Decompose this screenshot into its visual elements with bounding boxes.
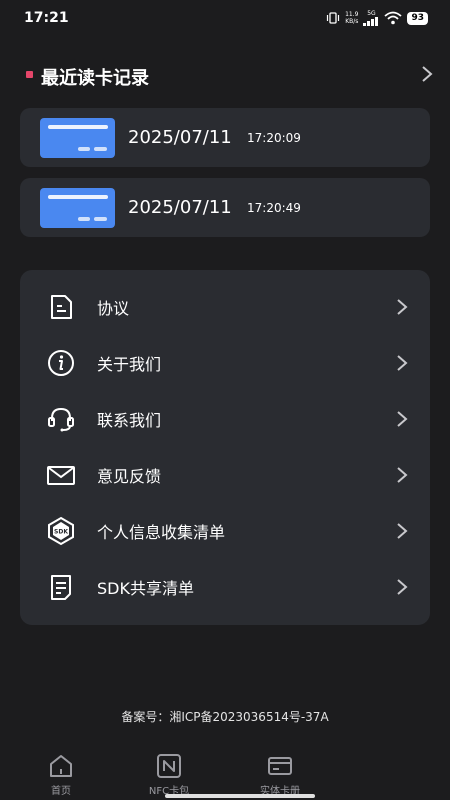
net-speed-unit: KB/s [345, 18, 359, 25]
menu-item-about[interactable]: 关于我们 [20, 336, 430, 388]
menu-item-feedback[interactable]: 意见反馈 [20, 448, 430, 500]
record-date: 2025/07/11 [128, 127, 232, 148]
sdk-icon: SDK [48, 516, 74, 546]
record-item[interactable]: 2025/07/11 17:20:49 [20, 178, 430, 237]
headset-icon [48, 407, 74, 432]
mail-icon [47, 466, 75, 485]
menu-item-sdk-list[interactable]: SDK共享清单 [20, 560, 430, 612]
signal-group: 5G [363, 10, 379, 26]
status-bar: 17:21 11.9 KB/s 5G 93 [0, 0, 450, 36]
menu-label: 关于我们 [97, 355, 162, 374]
menu-label: 联系我们 [97, 411, 162, 430]
vibrate-icon [327, 12, 340, 24]
tab-home[interactable]: 首页 [21, 751, 101, 797]
menu-label: 协议 [97, 299, 130, 318]
chevron-right-icon [397, 355, 408, 371]
document-icon [51, 295, 72, 319]
chevron-right-icon[interactable] [420, 64, 434, 84]
accent-dot [26, 71, 33, 78]
net-speed-value: 11.9 [345, 11, 359, 18]
menu-label: 意见反馈 [97, 467, 162, 486]
battery-indicator: 93 [407, 11, 428, 25]
chevron-right-icon [397, 523, 408, 539]
screen: 17:21 11.9 KB/s 5G 93 最近读卡记录 2025/07/11 … [0, 0, 450, 800]
chevron-right-icon [397, 299, 408, 315]
record-time: 17:20:09 [247, 131, 301, 145]
card-thumbnail-icon [40, 118, 115, 158]
svg-text:SDK: SDK [54, 529, 68, 536]
menu-item-contact[interactable]: 联系我们 [20, 392, 430, 444]
nfc-icon [157, 754, 181, 778]
home-indicator[interactable] [165, 794, 315, 798]
chevron-right-icon [397, 579, 408, 595]
menu-label: 个人信息收集清单 [97, 523, 226, 542]
signal-icon [363, 17, 379, 26]
icp-record-text: 备案号：湘ICP备2023036514号-37A [121, 710, 329, 724]
status-time: 17:21 [24, 10, 69, 26]
net-type: 5G [367, 10, 376, 17]
home-icon [50, 755, 72, 777]
card-icon [268, 757, 292, 775]
chevron-right-icon [397, 467, 408, 483]
tab-physical-cards[interactable]: 实体卡册 [240, 751, 320, 797]
list-doc-icon [51, 575, 71, 600]
nav-label: 首页 [51, 786, 71, 797]
menu-item-agreement[interactable]: 协议 [20, 280, 430, 332]
info-icon [48, 350, 74, 376]
menu-label: SDK共享清单 [97, 579, 194, 598]
chevron-right-icon [397, 411, 408, 427]
recent-records-header[interactable]: 最近读卡记录 [24, 62, 434, 89]
recent-records-title: 最近读卡记录 [41, 68, 149, 89]
menu-item-personal-info[interactable]: SDK 个人信息收集清单 [20, 504, 430, 556]
tab-nfc-wallet[interactable]: NFC卡包 [129, 751, 209, 797]
card-thumbnail-icon [40, 188, 115, 228]
settings-menu: 协议 关于我们 联系我们 意见反馈 SDK 个人信息收集清单 SDK共享清单 [20, 270, 430, 625]
record-time: 17:20:49 [247, 201, 301, 215]
record-item[interactable]: 2025/07/11 17:20:09 [20, 108, 430, 167]
bottom-nav: 首页 NFC卡包 实体卡册 [0, 748, 450, 800]
record-date: 2025/07/11 [128, 197, 232, 218]
net-speed: 11.9 KB/s [345, 11, 358, 25]
wifi-icon [384, 11, 403, 25]
status-indicators: 11.9 KB/s 5G 93 [326, 10, 428, 26]
